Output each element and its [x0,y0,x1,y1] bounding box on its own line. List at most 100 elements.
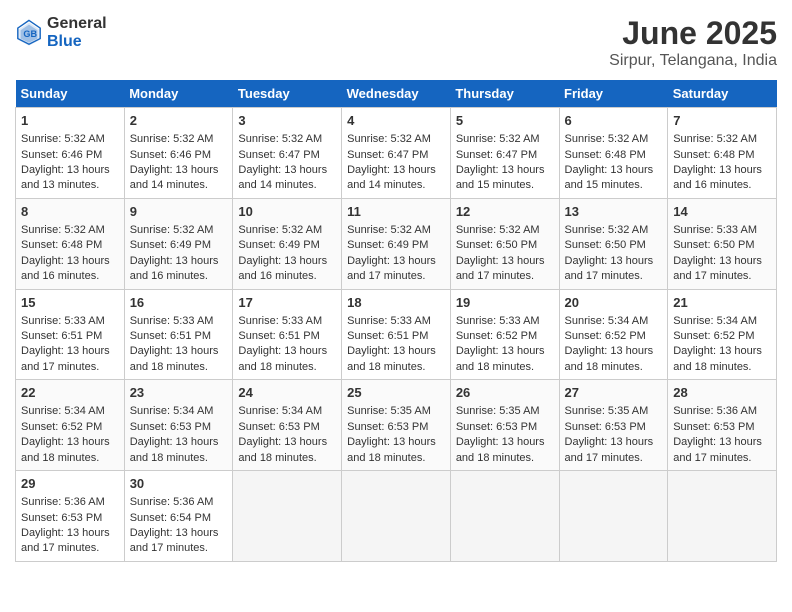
day-info: and 17 minutes. [565,269,663,284]
day-info: Sunrise: 5:34 AM [238,404,336,419]
logo-icon: GB [15,19,43,47]
day-info: Daylight: 13 hours [238,254,336,269]
day-info: Sunset: 6:47 PM [347,148,445,163]
day-info: Daylight: 13 hours [130,526,228,541]
calendar-week-row: 8Sunrise: 5:32 AMSunset: 6:48 PMDaylight… [16,198,777,289]
day-number: 3 [238,112,336,130]
day-info: Daylight: 13 hours [21,254,119,269]
day-number: 6 [565,112,663,130]
day-info: Daylight: 13 hours [456,435,554,450]
day-info: Sunset: 6:49 PM [238,238,336,253]
day-info: Sunrise: 5:33 AM [21,314,119,329]
day-info: Sunrise: 5:34 AM [21,404,119,419]
day-info: Daylight: 13 hours [565,254,663,269]
logo: GB General Blue [15,15,107,51]
day-info: Sunrise: 5:34 AM [565,314,663,329]
calendar-cell: 5Sunrise: 5:32 AMSunset: 6:47 PMDaylight… [450,108,559,199]
day-number: 1 [21,112,119,130]
day-info: Sunset: 6:51 PM [130,329,228,344]
day-number: 17 [238,294,336,312]
col-friday: Friday [559,80,668,108]
calendar-cell: 15Sunrise: 5:33 AMSunset: 6:51 PMDayligh… [16,289,125,380]
day-info: and 17 minutes. [21,541,119,556]
calendar-cell: 3Sunrise: 5:32 AMSunset: 6:47 PMDaylight… [233,108,342,199]
day-info: and 18 minutes. [347,451,445,466]
calendar-cell: 12Sunrise: 5:32 AMSunset: 6:50 PMDayligh… [450,198,559,289]
day-number: 8 [21,203,119,221]
day-info: Daylight: 13 hours [673,435,771,450]
day-info: Daylight: 13 hours [347,435,445,450]
calendar-cell: 1Sunrise: 5:32 AMSunset: 6:46 PMDaylight… [16,108,125,199]
day-info: Sunrise: 5:32 AM [347,223,445,238]
col-sunday: Sunday [16,80,125,108]
calendar-week-row: 22Sunrise: 5:34 AMSunset: 6:52 PMDayligh… [16,380,777,471]
day-info: and 18 minutes. [456,360,554,375]
day-number: 28 [673,384,771,402]
day-info: and 15 minutes. [456,178,554,193]
location-title: Sirpur, Telangana, India [609,52,777,70]
day-info: Sunset: 6:53 PM [673,420,771,435]
calendar-cell [342,471,451,562]
calendar-cell: 18Sunrise: 5:33 AMSunset: 6:51 PMDayligh… [342,289,451,380]
day-info: Sunrise: 5:32 AM [673,132,771,147]
day-info: and 18 minutes. [673,360,771,375]
day-info: and 18 minutes. [238,451,336,466]
day-number: 13 [565,203,663,221]
col-tuesday: Tuesday [233,80,342,108]
day-info: Daylight: 13 hours [673,163,771,178]
day-info: Sunset: 6:49 PM [130,238,228,253]
day-info: Daylight: 13 hours [456,344,554,359]
calendar-cell: 11Sunrise: 5:32 AMSunset: 6:49 PMDayligh… [342,198,451,289]
day-info: Sunrise: 5:35 AM [565,404,663,419]
day-info: and 13 minutes. [21,178,119,193]
day-info: and 18 minutes. [238,360,336,375]
day-number: 25 [347,384,445,402]
calendar-cell: 6Sunrise: 5:32 AMSunset: 6:48 PMDaylight… [559,108,668,199]
calendar-cell [559,471,668,562]
day-info: and 18 minutes. [565,360,663,375]
calendar-cell: 17Sunrise: 5:33 AMSunset: 6:51 PMDayligh… [233,289,342,380]
calendar-cell: 8 Sunrise: 5:32 AMSunset: 6:48 PMDaylight… [16,198,125,289]
day-info: and 17 minutes. [456,269,554,284]
day-info: and 17 minutes. [130,541,228,556]
logo-general: General [47,15,107,32]
day-info: Sunset: 6:52 PM [456,329,554,344]
day-info: Daylight: 13 hours [347,344,445,359]
day-info: Sunrise: 5:32 AM [21,223,119,238]
day-info: Sunset: 6:47 PM [238,148,336,163]
day-info: Sunrise: 5:35 AM [456,404,554,419]
day-number: 5 [456,112,554,130]
day-number: 15 [21,294,119,312]
day-info: Sunset: 6:48 PM [673,148,771,163]
day-info: Sunset: 6:50 PM [565,238,663,253]
day-info: Daylight: 13 hours [21,163,119,178]
day-info: and 16 minutes. [238,269,336,284]
day-info: and 17 minutes. [673,269,771,284]
calendar-cell: 30Sunrise: 5:36 AMSunset: 6:54 PMDayligh… [124,471,233,562]
day-info: Sunrise: 5:32 AM [130,132,228,147]
col-wednesday: Wednesday [342,80,451,108]
day-info: Daylight: 13 hours [130,344,228,359]
day-number: 29 [21,475,119,493]
day-info: and 16 minutes. [130,269,228,284]
day-info: Daylight: 13 hours [565,435,663,450]
calendar-header-row: Sunday Monday Tuesday Wednesday Thursday… [16,80,777,108]
calendar-cell: 14Sunrise: 5:33 AMSunset: 6:50 PMDayligh… [668,198,777,289]
day-info: Sunset: 6:53 PM [238,420,336,435]
day-info: Sunset: 6:50 PM [456,238,554,253]
day-info: Sunrise: 5:32 AM [238,223,336,238]
calendar-cell: 19Sunrise: 5:33 AMSunset: 6:52 PMDayligh… [450,289,559,380]
day-info: and 14 minutes. [130,178,228,193]
day-info: and 18 minutes. [456,451,554,466]
day-info: Sunrise: 5:36 AM [130,495,228,510]
calendar-cell: 23Sunrise: 5:34 AMSunset: 6:53 PMDayligh… [124,380,233,471]
calendar-cell: 13Sunrise: 5:32 AMSunset: 6:50 PMDayligh… [559,198,668,289]
day-info: Daylight: 13 hours [673,344,771,359]
day-info: Sunset: 6:52 PM [565,329,663,344]
day-info: and 15 minutes. [565,178,663,193]
day-info: Daylight: 13 hours [673,254,771,269]
day-info: Sunset: 6:48 PM [21,238,119,253]
day-info: Sunset: 6:49 PM [347,238,445,253]
day-info: Sunset: 6:54 PM [130,511,228,526]
day-info: Sunrise: 5:33 AM [347,314,445,329]
